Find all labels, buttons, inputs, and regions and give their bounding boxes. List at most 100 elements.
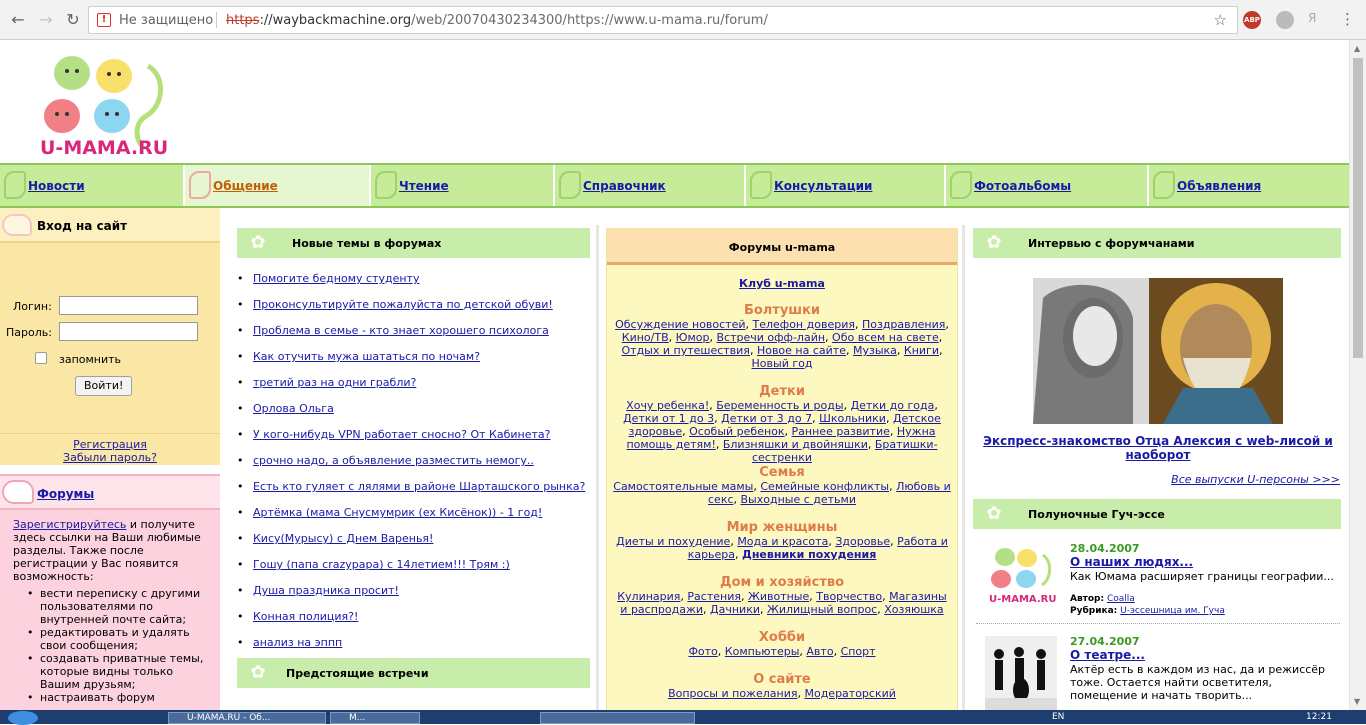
forum-link[interactable]: Хозяюшка [884,603,943,616]
vertical-scrollbar[interactable]: ▲ ▼ [1349,40,1366,710]
topic-link[interactable]: срочно надо, а объявление разместить нем… [253,454,534,467]
forum-link[interactable]: Встречи офф-лайн [717,331,826,344]
nav-item-label[interactable]: Новости [28,179,85,193]
forum-link[interactable]: Авто [806,645,833,658]
taskbar-item[interactable] [540,712,695,724]
nav-item-label[interactable]: Консультации [774,179,872,193]
forum-link[interactable]: Мода и красота [737,535,828,548]
login-input[interactable] [59,296,198,315]
forward-icon[interactable]: → [36,10,56,30]
forum-link[interactable]: Кино/ТВ [622,331,669,344]
language-indicator[interactable]: EN [1052,712,1064,722]
topic-link[interactable]: Проконсультируйте пожалуйста по детской … [253,298,553,311]
nav-item-label[interactable]: Фотоальбомы [974,179,1071,193]
forum-link[interactable]: Модераторский [804,687,895,700]
forum-link[interactable]: Беременность и роды [716,399,843,412]
forum-link[interactable]: Животные [748,590,809,603]
forum-link[interactable]: Юмор [676,331,710,344]
topic-link[interactable]: анализ на эппп [253,636,342,649]
url-text[interactable]: https://wayback​machine.org/web/20070430… [226,13,768,28]
nav-item-reading[interactable]: Чтение [371,165,555,206]
clock[interactable]: 12:21 [1306,712,1332,722]
essay-title-link[interactable]: О наших людях... [1070,555,1193,569]
topic-link[interactable]: Как отучить мужа шататься по ночам? [253,350,480,363]
nav-item-ads[interactable]: Объявления [1149,165,1349,206]
nav-item-reference[interactable]: Справочник [555,165,746,206]
forum-link[interactable]: Особый ребенок [689,425,784,438]
forum-link[interactable]: Самостоятельные мамы [613,480,753,493]
interview-article-link[interactable]: Экспресс-знакомство Отца Алексия с web-л… [976,434,1340,462]
club-link[interactable]: Клуб u-mama [607,277,957,290]
forum-link[interactable]: Музыка [853,344,897,357]
scroll-up-icon[interactable]: ▲ [1354,44,1360,53]
nav-item-label[interactable]: Справочник [583,179,666,193]
forum-link[interactable]: Поздравления [862,318,945,331]
forum-link[interactable]: Детки от 1 до 3 [623,412,714,425]
forum-link[interactable]: Детки до года [851,399,935,412]
forum-link[interactable]: Кулинария [617,590,680,603]
back-icon[interactable]: ← [8,10,28,30]
scrollbar-thumb[interactable] [1353,58,1363,358]
topic-link[interactable]: У кого-нибудь VPN работает сносно? От Ка… [253,428,550,441]
forgot-password-link[interactable]: Забыли пароль? [63,451,157,464]
browser-menu-icon[interactable]: ⋮ [1340,10,1355,28]
topic-link[interactable]: Артёмка (мама Снусмумрик (ex Кисёнок)) -… [253,506,542,519]
forum-link[interactable]: Спорт [841,645,876,658]
forum-link[interactable]: Вопросы и пожелания [668,687,797,700]
forum-link[interactable]: Школьники [819,412,886,425]
login-submit-button[interactable]: Войти! [75,376,133,396]
nav-item-label[interactable]: Объявления [1177,179,1261,193]
register-link[interactable]: Регистрация [73,438,147,451]
reload-icon[interactable]: ↻ [63,10,83,30]
nav-item-communication[interactable]: Общение [185,165,371,206]
forum-link[interactable]: Обсуждение новостей [615,318,745,331]
forum-link[interactable]: Обо всем на свете [832,331,939,344]
nav-item-label[interactable]: Общение [213,179,278,193]
topic-link[interactable]: Кису(Мурысу) с Днем Варенья! [253,532,433,545]
essay-title-link[interactable]: О театре... [1070,648,1145,662]
password-input[interactable] [59,322,198,341]
topic-link[interactable]: Душа праздника просит! [253,584,399,597]
forum-link[interactable]: Раннее развитие [792,425,890,438]
topic-link[interactable]: Гошу (папа crazypapa) с 14летием!!! Трям… [253,558,510,571]
essay-author-link[interactable]: Coalla [1107,594,1135,604]
forums-register-link[interactable]: Зарегистрируйтесь [13,518,126,531]
forum-link[interactable]: Компьютеры [725,645,800,658]
essay-rubric-link[interactable]: U-эссешница им. Гуча [1120,606,1225,616]
nav-item-photoalbums[interactable]: Фотоальбомы [946,165,1149,206]
forum-link[interactable]: Фото [688,645,717,658]
remember-checkbox[interactable] [35,352,47,364]
essay-thumbnail[interactable] [985,636,1057,710]
forum-link[interactable]: Новое на сайте [757,344,846,357]
forum-link[interactable]: Детки от 3 до 7 [721,412,812,425]
forum-link[interactable]: Телефон доверия [753,318,855,331]
essay-thumbnail[interactable]: U-MAMA.RU [985,543,1057,605]
forum-link[interactable]: Семейные конфликты [760,480,889,493]
taskbar-item[interactable]: U-MAMA.RU - Об... [168,712,326,724]
extension-icon[interactable] [1276,11,1294,29]
forum-link[interactable]: Новый год [752,357,813,370]
topic-link[interactable]: Орлова Ольга [253,402,334,415]
forum-link[interactable]: Выходные с детьми [741,493,856,506]
forum-link[interactable]: Жилищный вопрос [767,603,877,616]
interview-photo[interactable] [1033,278,1283,424]
forum-link[interactable]: Книги [904,344,939,357]
forum-link[interactable]: Близняшки и двойняшки [723,438,868,451]
forum-link[interactable]: Дневники похудения [742,548,876,561]
bookmark-star-icon[interactable]: ☆ [1214,11,1227,29]
forum-link[interactable]: Хочу ребенка! [626,399,709,412]
nav-item-news[interactable]: Новости [0,165,185,206]
scroll-down-icon[interactable]: ▼ [1354,697,1360,706]
yandex-extension-icon[interactable]: Я [1308,11,1316,25]
topic-link[interactable]: Проблема в семье - кто знает хорошего пс… [253,324,549,337]
topic-link[interactable]: Конная полиция?! [253,610,358,623]
topic-link[interactable]: третий раз на одни грабли? [253,376,416,389]
start-button-icon[interactable] [8,711,38,725]
forums-panel-title[interactable]: Форумы [37,487,94,501]
forum-link[interactable]: Творчество [816,590,882,603]
forum-link[interactable]: Здоровье [835,535,890,548]
nav-item-consultations[interactable]: Консультации [746,165,946,206]
site-logo-text[interactable]: U-MAMA.RU [40,137,168,159]
topic-link[interactable]: Есть кто гуляет с лялями в районе Шарташ… [253,480,585,493]
adblock-extension-icon[interactable]: ABP [1243,11,1261,29]
